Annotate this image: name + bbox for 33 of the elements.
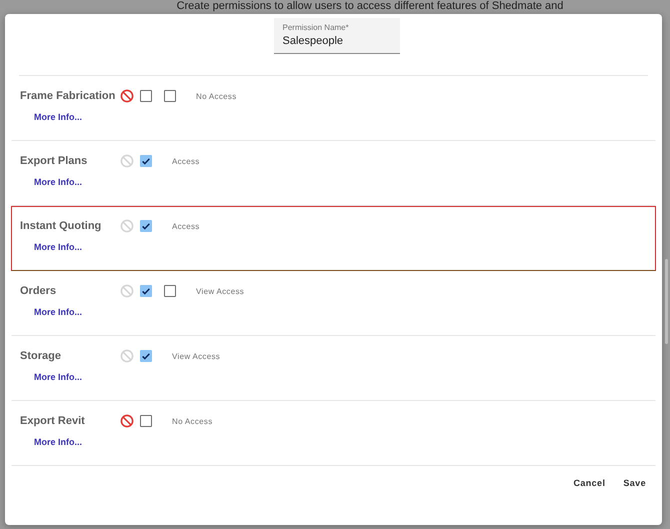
checkbox[interactable]: [140, 350, 152, 362]
access-label: No Access: [196, 92, 236, 100]
more-info-link[interactable]: More Info...: [34, 242, 82, 252]
dialog-button[interactable]: Cancel: [567, 474, 612, 492]
access-label: Access: [172, 156, 200, 166]
permission-name-field[interactable]: Permission Name* Salespeople: [274, 18, 400, 54]
more-info-link[interactable]: More Info...: [34, 307, 82, 317]
permission-name: Export Plans: [20, 155, 88, 167]
permission-name: Storage: [20, 350, 62, 362]
access-label: Access: [172, 222, 200, 230]
more-info-link[interactable]: More Info...: [34, 177, 82, 187]
permission-name: Instant Quoting: [20, 220, 102, 232]
checkbox[interactable]: [140, 90, 152, 102]
page-description: Create permissions to allow users to access different features of Shedmate and: [176, 0, 564, 14]
permission-name: Frame Fabrication: [20, 90, 116, 102]
more-info-link[interactable]: More Info...: [34, 372, 82, 382]
permission-name: Export Revit: [20, 415, 86, 427]
checkbox[interactable]: [140, 415, 152, 427]
access-label: View Access: [172, 352, 220, 360]
checkbox[interactable]: [140, 155, 152, 167]
access-label: No Access: [172, 416, 212, 426]
permission-name: Orders: [20, 285, 58, 297]
more-info-link[interactable]: More Info...: [34, 437, 82, 447]
dialog-button[interactable]: Save: [617, 474, 652, 492]
scrollbar[interactable]: [665, 259, 668, 344]
checkbox[interactable]: [164, 90, 176, 102]
no-access-icon[interactable]: [120, 414, 134, 428]
checkbox[interactable]: [140, 220, 152, 232]
checkbox[interactable]: [164, 285, 176, 297]
checkbox[interactable]: [140, 285, 152, 297]
more-info-link[interactable]: More Info...: [34, 112, 82, 122]
access-label: View Access: [196, 286, 244, 296]
no-access-icon[interactable]: [120, 89, 134, 103]
